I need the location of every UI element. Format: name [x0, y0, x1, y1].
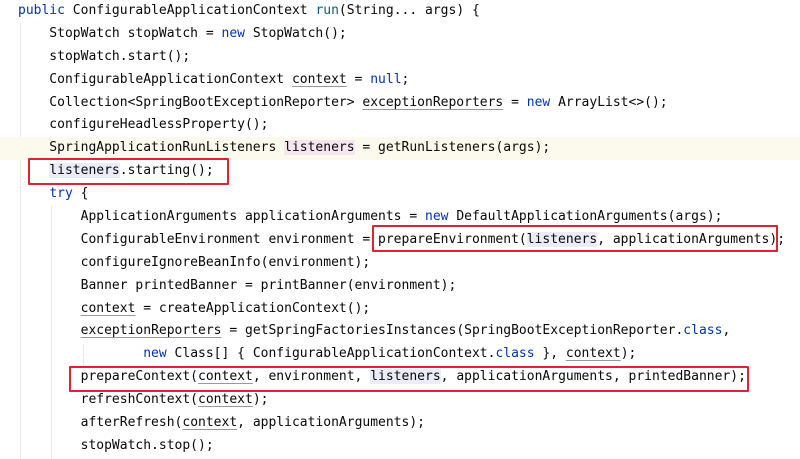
- code-token: DefaultApplicationArguments(args);: [456, 209, 723, 225]
- code-token: stopWatch.start();: [18, 48, 191, 64]
- code-line[interactable]: stopWatch.stop();: [0, 435, 800, 458]
- keyword: public: [18, 3, 73, 18]
- keyword: class: [683, 323, 723, 339]
- code-token: =: [346, 71, 371, 87]
- code-line[interactable]: configureHeadlessProperty();: [0, 114, 800, 137]
- code-token: stopWatch.stop();: [18, 437, 214, 453]
- code-line[interactable]: context = createApplicationContext();: [0, 298, 800, 321]
- keyword: class: [495, 346, 543, 362]
- keyword: new: [143, 346, 175, 362]
- reassigned-variable: context: [182, 415, 238, 431]
- code-line[interactable]: exceptionReporters = getSpringFactoriesI…: [0, 320, 800, 343]
- highlight-box-listeners-starting: [28, 158, 229, 185]
- code-token: ConfigurableApplicationContext: [72, 3, 316, 18]
- code-token: configureHeadlessProperty();: [18, 117, 269, 133]
- code-token: configureIgnoreBeanInfo(environment);: [18, 254, 371, 270]
- keyword: new: [526, 94, 559, 110]
- code-token: );: [252, 392, 269, 408]
- reassigned-variable: context: [80, 300, 136, 316]
- reassigned-variable: context: [291, 71, 347, 87]
- reassigned-variable: exceptionReporters: [80, 323, 222, 339]
- keyword: null: [370, 71, 402, 87]
- code-line[interactable]: SpringApplicationRunListeners listeners …: [0, 137, 800, 161]
- code-token: ;: [401, 71, 410, 87]
- highlight-box-prepare-environment: [372, 225, 778, 252]
- code-editor[interactable]: public ConfigurableApplicationContext ru…: [0, 0, 800, 459]
- code-token: = getRunListeners(args);: [354, 140, 551, 156]
- method-name: run: [315, 3, 339, 18]
- code-token: (String... args) {: [338, 3, 480, 18]
- reassigned-variable: context: [198, 392, 253, 408]
- code-line[interactable]: public ConfigurableApplicationContext ru…: [0, 0, 800, 23]
- code-token: afterRefresh(: [18, 415, 183, 431]
- keyword: try: [49, 186, 81, 202]
- highlight-box-prepare-context: [69, 366, 749, 392]
- code-token: refreshContext(: [18, 392, 199, 408]
- reassigned-variable: context: [565, 346, 621, 362]
- reassigned-variable: exceptionReporters: [362, 94, 504, 110]
- code-token: , applicationArguments);: [237, 415, 426, 431]
- code-token: ,: [722, 323, 731, 339]
- code-token: StopWatch stopWatch =: [18, 25, 222, 41]
- code-line[interactable]: ConfigurableApplicationContext context =…: [0, 69, 800, 92]
- code-line[interactable]: stopWatch.start();: [0, 46, 800, 69]
- code-token: = createApplicationContext();: [135, 300, 371, 316]
- code-line[interactable]: Banner printedBanner = printBanner(envir…: [0, 275, 800, 298]
- code-token: SpringApplicationRunListeners: [18, 140, 285, 156]
- code-token: = getSpringFactoriesInstances(SpringBoot…: [221, 323, 684, 339]
- code-token: ConfigurableApplicationContext: [18, 71, 292, 87]
- code-line[interactable]: configureIgnoreBeanInfo(environment);: [0, 252, 800, 275]
- code-token: StopWatch();: [252, 25, 347, 41]
- keyword: new: [425, 209, 457, 225]
- keyword: new: [221, 25, 253, 41]
- code-line[interactable]: afterRefresh(context, applicationArgumen…: [0, 412, 800, 435]
- code-token: ApplicationArguments applicationArgument…: [18, 209, 425, 225]
- code-token: Banner printedBanner = printBanner(envir…: [18, 277, 457, 293]
- code-line[interactable]: new Class[] { ConfigurableApplicationCon…: [0, 343, 800, 366]
- code-line[interactable]: refreshContext(context);: [0, 389, 800, 412]
- code-line[interactable]: Collection<SpringBootExceptionReporter> …: [0, 92, 800, 115]
- symbol-write-highlight: listeners: [284, 140, 355, 156]
- code-line[interactable]: try {: [0, 183, 800, 206]
- code-token: {: [80, 186, 89, 202]
- code-token: ArrayList<>();: [558, 94, 668, 110]
- code-token: Class[] { ConfigurableApplicationContext…: [174, 346, 496, 362]
- code-line[interactable]: StopWatch stopWatch = new StopWatch();: [0, 23, 800, 46]
- code-token: =: [503, 94, 527, 110]
- code-token: },: [542, 346, 566, 362]
- code-token: );: [620, 346, 637, 362]
- code-token: Collection<SpringBootExceptionReporter>: [18, 94, 363, 110]
